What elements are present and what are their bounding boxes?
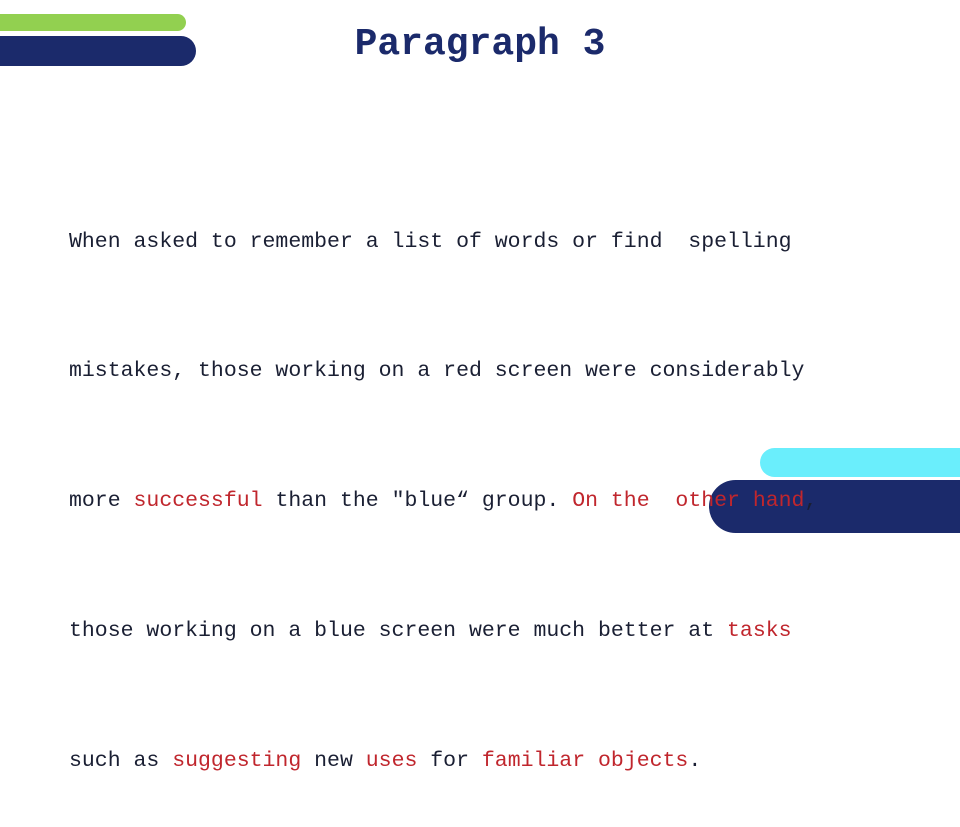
- text-segment: for: [417, 749, 482, 774]
- paragraph-line: more successful than the "blue“ group. O…: [69, 480, 929, 523]
- text-segment: mistakes, those working on a red screen …: [69, 359, 805, 384]
- paragraph-line: mistakes, those working on a red screen …: [69, 350, 929, 393]
- text-segment: more: [69, 489, 134, 514]
- text-segment: those working on a blue screen were much…: [69, 619, 728, 644]
- highlighted-text: familiar objects: [481, 749, 689, 774]
- highlighted-text: tasks: [727, 619, 792, 644]
- paragraph-line: such as suggesting new uses for familiar…: [69, 740, 929, 783]
- text-segment: .: [688, 749, 702, 774]
- highlighted-text: uses: [365, 749, 418, 774]
- highlighted-text: On the other hand: [572, 489, 805, 514]
- text-segment: When asked to remember a list of words o…: [69, 229, 792, 254]
- highlighted-text: successful: [133, 489, 263, 514]
- paragraph-line: When asked to remember a list of words o…: [69, 221, 929, 264]
- text-segment: new: [301, 749, 366, 774]
- text-segment: ,: [804, 489, 818, 514]
- slide-title: Paragraph 3: [354, 23, 606, 66]
- text-segment: such as: [69, 749, 173, 774]
- highlighted-text: suggesting: [172, 749, 302, 774]
- paragraph-body: When asked to remember a list of words o…: [69, 134, 929, 827]
- text-segment: than the "blue“ group.: [262, 489, 573, 514]
- paragraph-line: those working on a blue screen were much…: [69, 610, 929, 653]
